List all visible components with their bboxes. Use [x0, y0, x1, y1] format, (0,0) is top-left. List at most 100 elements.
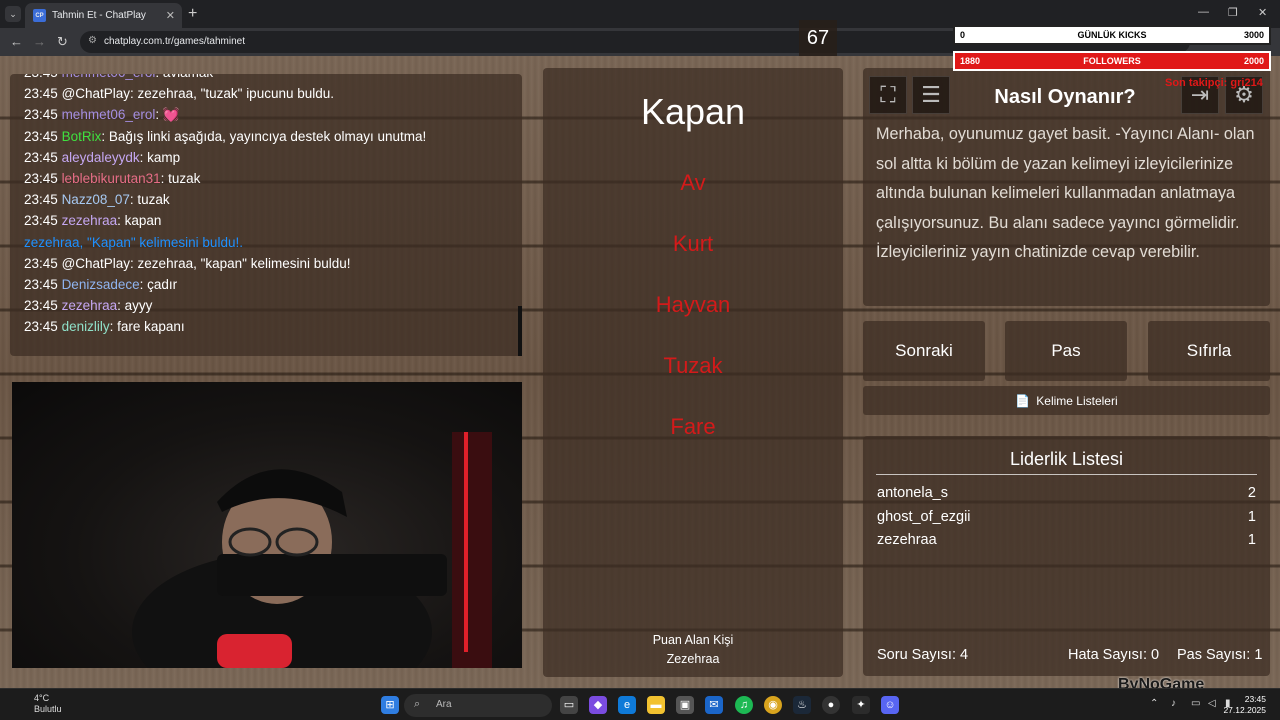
forbidden-word: Hayvan — [655, 292, 731, 317]
chat-message: 23:45 denizlily: fare kapanı — [24, 316, 508, 337]
chat-username[interactable]: BotRix — [62, 129, 102, 144]
chat-timestamp: 23:45 — [24, 255, 58, 271]
taskbar: 4°C Bulutlu ⊞ ⌕ Ara ▭ ◆ e ▬ ▣ ✉ ♫ ◉ ♨ ● … — [0, 688, 1280, 720]
chat-panel: 23:45 mehmet06_erol: avlamak23:45 @ChatP… — [10, 74, 522, 356]
word-lists-button[interactable]: 📄 Kelime Listeleri — [863, 386, 1270, 415]
tray-chevron-icon[interactable]: ⌃ — [1150, 698, 1158, 709]
new-tab-button[interactable]: + — [188, 5, 197, 23]
followers-current: 1880 — [960, 56, 981, 66]
chat-username[interactable]: Denizsadece — [62, 277, 140, 292]
kicks-current: 0 — [960, 30, 966, 40]
edge-icon[interactable]: e — [618, 696, 636, 714]
chat-text: : kamp — [139, 149, 181, 165]
close-tab-icon[interactable]: ✕ — [166, 9, 175, 22]
chat-message: 23:45 Denizsadece: çadır — [24, 274, 508, 295]
search-icon: ⌕ — [414, 698, 421, 710]
tab-bar: ⌄ CP Tahmin Et - ChatPlay ✕ + — ❐ ✕ — [0, 0, 1280, 28]
chat-username[interactable]: aleydaleyydk — [62, 150, 140, 165]
reset-button[interactable]: Sıfırla — [1148, 321, 1270, 381]
chat-timestamp: 23:45 — [24, 107, 58, 123]
store-icon[interactable]: ▣ — [676, 696, 694, 714]
reload-icon[interactable]: ↻ — [57, 34, 68, 50]
site-info-icon[interactable]: ⚙ — [88, 35, 97, 46]
pass-button[interactable]: Pas — [1005, 321, 1127, 381]
kicks-goal: 3000 — [1243, 30, 1264, 40]
followers-goal: 2000 — [1243, 56, 1264, 66]
leaderboard-score: 1 — [1247, 509, 1256, 525]
leaderboard-row: zezehraa 1 — [877, 532, 1256, 548]
tab-list-button[interactable]: ⌄ — [5, 6, 21, 22]
discord-icon[interactable]: ☺ — [881, 696, 899, 714]
target-word: Kapan — [640, 91, 746, 132]
leaderboard-score: 1 — [1247, 532, 1256, 548]
chat-message: 23:45 mehmet06_erol: 💓 — [24, 104, 508, 125]
next-button[interactable]: Sonraki — [863, 321, 985, 381]
scorer-name: Zezehraa — [666, 652, 720, 666]
chat-message: 23:45 zezehraa: kapan — [24, 210, 508, 231]
chat-text: : 💓 — [155, 107, 180, 123]
chat-timestamp: 23:45 — [24, 277, 58, 293]
chat-text: : Bağış linki aşağıda, yayıncıya destek … — [101, 128, 427, 144]
chat-text: : avlamak — [155, 74, 213, 80]
tab-title: Tahmin Et - ChatPlay — [52, 10, 146, 21]
task-view-icon[interactable]: ▭ — [560, 696, 578, 714]
chat-username[interactable]: Nazz08_07 — [62, 192, 130, 207]
chat-text: zezehraa, "Kapan" kelimesini buldu!. — [24, 234, 243, 250]
chrome-icon[interactable]: ◉ — [764, 696, 782, 714]
chat-timestamp: 23:45 — [24, 298, 58, 314]
back-icon[interactable]: ← — [10, 34, 23, 49]
weather-widget[interactable]: 4°C Bulutlu — [12, 693, 62, 715]
leaderboard-title: Liderlik Listesi — [876, 449, 1257, 475]
chat-message: 23:45 zezehraa: ayyy — [24, 295, 508, 316]
forbidden-word: Av — [680, 170, 706, 195]
chat-message: 23:45 @ChatPlay: zezehraa, "kapan" kelim… — [24, 253, 508, 274]
webcam-feed — [12, 382, 522, 668]
url-text: chatplay.com.tr/games/tahminet — [104, 36, 245, 47]
chat-username[interactable]: mehmet06_erol — [62, 74, 156, 80]
chat-message: 23:45 Nazz08_07: tuzak — [24, 189, 508, 210]
weather-temp: 4°C — [34, 693, 50, 703]
forward-icon[interactable]: → — [33, 34, 46, 49]
volume-icon[interactable]: ◁ — [1208, 698, 1216, 709]
spotify-icon[interactable]: ♫ — [735, 696, 753, 714]
chat-text: : kapan — [117, 213, 162, 229]
notes-icon[interactable]: ☰ — [912, 76, 950, 114]
chat-username[interactable]: denizlily — [62, 319, 110, 334]
restore-icon[interactable]: ❐ — [1228, 6, 1238, 19]
app-icon[interactable]: ✦ — [852, 696, 870, 714]
fullscreen-icon[interactable]: ⛶ — [869, 76, 907, 114]
chat-username[interactable]: mehmet06_erol — [62, 107, 156, 122]
chat-timestamp: 23:45 — [24, 171, 58, 187]
chat-text: : zezehraa, "tuzak" ipucunu buldu. — [130, 86, 335, 102]
chat-username[interactable]: zezehraa — [62, 298, 118, 313]
chat-username[interactable]: @ChatPlay — [62, 86, 130, 101]
system-clock[interactable]: 23:45 27.12.2025 — [1223, 694, 1266, 716]
mail-icon[interactable]: ✉ — [705, 696, 723, 714]
github-icon[interactable]: ● — [822, 696, 840, 714]
leaderboard-row: ghost_of_ezgii 1 — [877, 509, 1256, 525]
start-icon[interactable]: ⊞ — [381, 696, 399, 714]
file-explorer-icon[interactable]: ▬ — [647, 696, 665, 714]
steam-icon[interactable]: ♨ — [793, 696, 811, 714]
chat-text: : zezehraa, "kapan" kelimesini buldu! — [130, 255, 351, 271]
chat-username[interactable]: @ChatPlay — [62, 256, 130, 271]
chat-timestamp: 23:45 — [24, 213, 58, 229]
minimize-icon[interactable]: — — [1198, 6, 1209, 18]
chat-username[interactable]: zezehraa — [62, 213, 118, 228]
chat-scrollbar[interactable] — [518, 306, 522, 356]
network-icon[interactable]: ▭ — [1191, 698, 1200, 709]
webcam-image — [132, 432, 492, 668]
chat-message: 23:45 mehmet06_erol: avlamak — [24, 74, 508, 83]
taskbar-search[interactable]: ⌕ Ara — [404, 694, 552, 717]
browser-tab[interactable]: CP Tahmin Et - ChatPlay ✕ — [25, 3, 182, 28]
weather-status: Bulutlu — [34, 704, 62, 714]
chat-timestamp: 23:45 — [24, 74, 58, 80]
chat-message: 23:45 aleydaleyydk: kamp — [24, 147, 508, 168]
microphone-icon[interactable]: ♪ — [1171, 698, 1176, 709]
forbidden-word: Fare — [670, 414, 716, 439]
chat-username[interactable]: leblebikurutan31 — [62, 171, 161, 186]
clock-time: 23:45 — [1244, 694, 1266, 704]
copilot-icon[interactable]: ◆ — [589, 696, 607, 714]
close-window-icon[interactable]: ✕ — [1258, 6, 1267, 19]
how-to-play-title: Nasıl Oynanır? — [994, 86, 1136, 108]
